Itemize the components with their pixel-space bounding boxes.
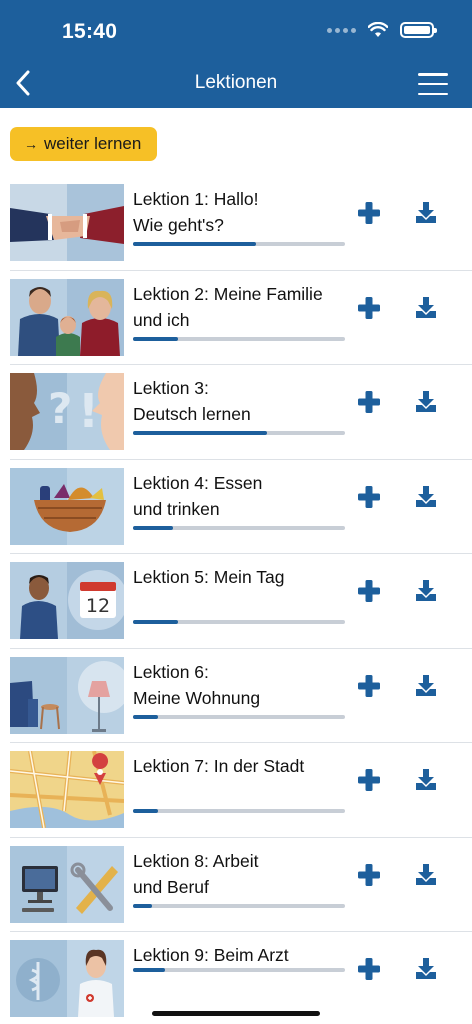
plus-icon[interactable]: [356, 767, 382, 793]
lesson-row[interactable]: Lektion 2: Meine Familie und ich: [10, 271, 472, 365]
lesson-progress-bar: [133, 525, 345, 530]
download-icon[interactable]: [415, 390, 437, 414]
lesson-progress-bar: [133, 242, 345, 246]
doctor-image: [10, 940, 124, 1017]
continue-learning-label: weiter lernen: [44, 134, 142, 153]
food-basket-image: [10, 467, 124, 545]
lesson-progress-bar: [133, 336, 345, 341]
plus-icon[interactable]: [356, 578, 382, 604]
continue-learning-button[interactable]: → weiter lernen: [10, 127, 158, 161]
plus-icon[interactable]: [356, 295, 382, 321]
plus-icon[interactable]: [356, 484, 382, 510]
lesson-row[interactable]: Lektion 1: Hallo! Wie geht's?: [10, 176, 472, 271]
work-tools-image: [10, 845, 124, 923]
status-icons: [327, 22, 437, 38]
lesson-title: Lektion 7: In der Stadt: [133, 756, 305, 776]
arrow-right-icon: →: [24, 136, 38, 152]
family-image: [10, 278, 124, 356]
lesson-title: Lektion 9: Beim Arzt: [133, 945, 289, 965]
lesson-title: Lektion 1: Hallo! Wie geht's?: [133, 189, 259, 235]
battery-icon: [400, 22, 437, 38]
download-icon[interactable]: [415, 957, 437, 981]
question-marks-image: ? !: [10, 373, 124, 450]
lesson-title: Lektion 2: Meine Familie und ich: [133, 283, 323, 330]
page-title: Lektionen: [194, 72, 278, 93]
download-icon[interactable]: [415, 768, 437, 792]
lesson-title: Lektion 6: Meine Wohnung: [133, 661, 261, 708]
signal-icon: [327, 27, 356, 33]
lesson-row[interactable]: Lektion 7: In der Stadt: [10, 743, 472, 838]
lesson-title: Lektion 5: Mein Tag: [133, 567, 285, 587]
svg-text:12: 12: [86, 595, 110, 617]
lesson-row[interactable]: Lektion 4: Essen und trinken: [10, 460, 472, 554]
app-header: 15:40 Lektionen: [0, 0, 472, 108]
plus-icon[interactable]: [356, 673, 382, 699]
lesson-title: Lektion 4: Essen und trinken: [133, 472, 263, 519]
lesson-row[interactable]: 12 Lektion 5: Mein Tag: [10, 554, 472, 649]
lesson-row[interactable]: Lektion 8: Arbeit und Beruf: [10, 838, 472, 932]
plus-icon[interactable]: [356, 956, 382, 982]
home-indicator: [152, 1011, 320, 1016]
lesson-progress-bar: [133, 903, 345, 908]
lesson-progress-bar: [133, 620, 345, 624]
svg-text:?: ?: [48, 384, 72, 433]
calendar-image: 12: [10, 562, 124, 639]
lesson-title: Lektion 8: Arbeit und Beruf: [133, 850, 259, 897]
wifi-icon: [368, 22, 388, 37]
lesson-progress-bar: [133, 809, 345, 813]
download-icon[interactable]: [415, 674, 437, 698]
city-map-image: [10, 751, 124, 828]
plus-icon[interactable]: [356, 862, 382, 888]
lesson-progress-bar: [133, 968, 345, 972]
lesson-title: Lektion 3: Deutsch lernen: [133, 378, 251, 424]
plus-icon[interactable]: [356, 200, 382, 226]
lesson-progress-bar: [133, 714, 345, 719]
lesson-row[interactable]: ? ! Lektion 3: Deutsch lernen: [10, 365, 472, 460]
download-icon[interactable]: [415, 863, 437, 887]
lesson-list: Lektion 1: Hallo! Wie geht's? Lektion 2:…: [0, 176, 472, 1024]
hamburger-menu-icon[interactable]: [418, 73, 448, 95]
lesson-row[interactable]: Lektion 6: Meine Wohnung: [10, 649, 472, 743]
living-room-image: [10, 656, 124, 734]
plus-icon[interactable]: [356, 389, 382, 415]
download-icon[interactable]: [415, 485, 437, 509]
lesson-progress-bar: [133, 431, 345, 435]
download-icon[interactable]: [415, 296, 437, 320]
download-icon[interactable]: [415, 201, 437, 225]
download-icon[interactable]: [415, 579, 437, 603]
handshake-image: [10, 184, 124, 261]
status-time: 15:40: [62, 20, 118, 43]
